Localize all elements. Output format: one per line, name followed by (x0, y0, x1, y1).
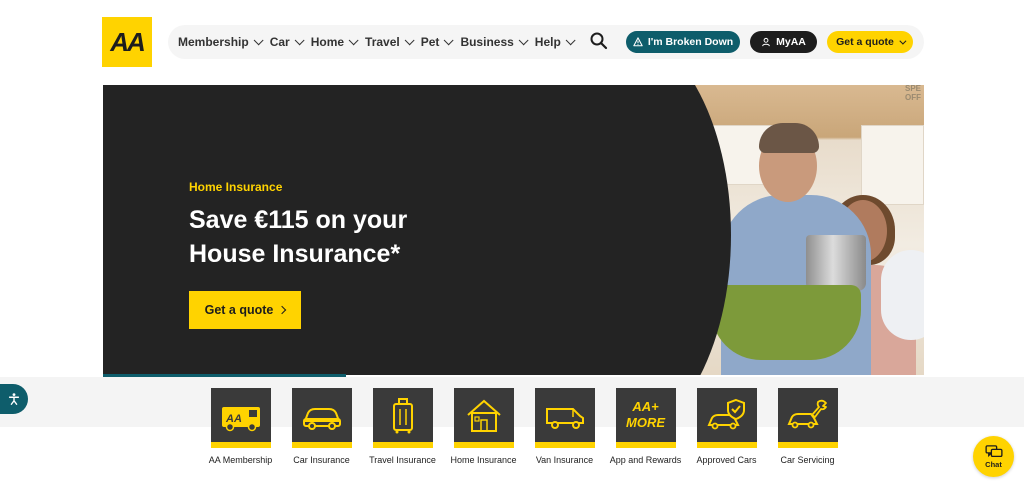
hero-image (581, 85, 924, 375)
van-icon (534, 388, 595, 448)
product-label: Travel Insurance (369, 455, 436, 465)
chat-button[interactable]: Chat (973, 436, 1014, 477)
product-home-insurance[interactable]: Home Insurance (443, 388, 524, 466)
nav-label: Home (310, 35, 345, 49)
hero-corner-text: SPE OFF (905, 84, 922, 102)
search-button[interactable] (589, 31, 611, 53)
chevron-down-icon (565, 34, 576, 45)
car-wrench-icon (777, 388, 838, 448)
man-hair (759, 123, 819, 153)
main-nav: Membership Car Home Travel Pet Business … (178, 25, 582, 59)
aa-logo[interactable]: AA (102, 17, 152, 67)
product-label: App and Rewards (609, 455, 682, 465)
aa-more-badge: AA+ MORE (626, 399, 665, 430)
hero-title: Save €115 on your House Insurance* (189, 206, 408, 268)
hero-curve (581, 85, 731, 375)
nav-item-car[interactable]: Car (269, 34, 305, 49)
house-icon (453, 388, 514, 448)
broken-down-label: I'm Broken Down (647, 36, 734, 48)
van-icon: AA (210, 388, 271, 448)
product-aa-membership[interactable]: AA AA Membership (200, 388, 281, 466)
cooking-pot (806, 235, 866, 291)
search-icon (590, 32, 608, 50)
chevron-right-icon (278, 305, 287, 315)
chevron-down-icon (444, 34, 455, 45)
hero-get-quote-button[interactable]: Get a quote (189, 291, 301, 329)
cabinet (861, 125, 924, 205)
nav-item-home[interactable]: Home (310, 34, 359, 49)
chevron-down-icon (899, 37, 907, 45)
hero-cta-label: Get a quote (204, 303, 274, 317)
product-tiles: AA AA Membership Car Insurance Travel In… (200, 388, 848, 466)
car-icon (291, 388, 352, 448)
nav-item-help[interactable]: Help (534, 34, 576, 49)
accessibility-icon (8, 393, 20, 405)
get-quote-header-label: Get a quote (836, 36, 894, 48)
user-icon (762, 37, 770, 47)
chat-icon (984, 444, 1003, 457)
product-label: Home Insurance (450, 455, 517, 465)
nav-label: Business (460, 35, 514, 49)
product-app-rewards[interactable]: AA+ MORE App and Rewards (605, 388, 686, 466)
nav-item-membership[interactable]: Membership (178, 34, 264, 49)
suitcase-icon (372, 388, 433, 448)
chat-label: Chat (985, 459, 1002, 469)
nav-label: Membership (178, 35, 249, 49)
product-label: Car Insurance (293, 455, 350, 465)
svg-text:AA: AA (225, 413, 242, 425)
nav-item-pet[interactable]: Pet (420, 34, 455, 49)
nav-label: Pet (420, 35, 440, 49)
product-travel-insurance[interactable]: Travel Insurance (362, 388, 443, 466)
get-quote-header-button[interactable]: Get a quote (827, 31, 913, 53)
chevron-down-icon (253, 34, 264, 45)
broken-down-button[interactable]: I'm Broken Down (626, 31, 740, 53)
car-shield-icon (696, 388, 757, 448)
chevron-down-icon (518, 34, 529, 45)
nav-label: Help (534, 35, 561, 49)
product-label: Approved Cars (696, 455, 757, 465)
product-label: Van Insurance (535, 455, 594, 465)
logo-text: AA (110, 26, 146, 57)
product-approved-cars[interactable]: Approved Cars (686, 388, 767, 466)
nav-label: Car (269, 35, 290, 49)
chevron-down-icon (404, 34, 415, 45)
product-car-servicing[interactable]: Car Servicing (767, 388, 848, 466)
aa-more-icon: AA+ MORE (615, 388, 676, 448)
nav-item-travel[interactable]: Travel (365, 34, 415, 49)
green-basin (711, 285, 861, 360)
page: AA Membership Car Home Travel Pet Busine… (0, 0, 1024, 486)
product-label: AA Membership (208, 455, 273, 465)
nav-item-business[interactable]: Business (460, 34, 529, 49)
product-label: Car Servicing (780, 455, 835, 465)
myaa-button[interactable]: MyAA (750, 31, 817, 53)
product-car-insurance[interactable]: Car Insurance (281, 388, 362, 466)
myaa-label: MyAA (776, 36, 806, 48)
warning-icon (633, 37, 643, 47)
baby (881, 250, 924, 340)
hero-eyebrow: Home Insurance (189, 180, 283, 194)
nav-label: Travel (365, 35, 400, 49)
product-van-insurance[interactable]: Van Insurance (524, 388, 605, 466)
chevron-down-icon (294, 34, 305, 45)
chevron-down-icon (348, 34, 359, 45)
